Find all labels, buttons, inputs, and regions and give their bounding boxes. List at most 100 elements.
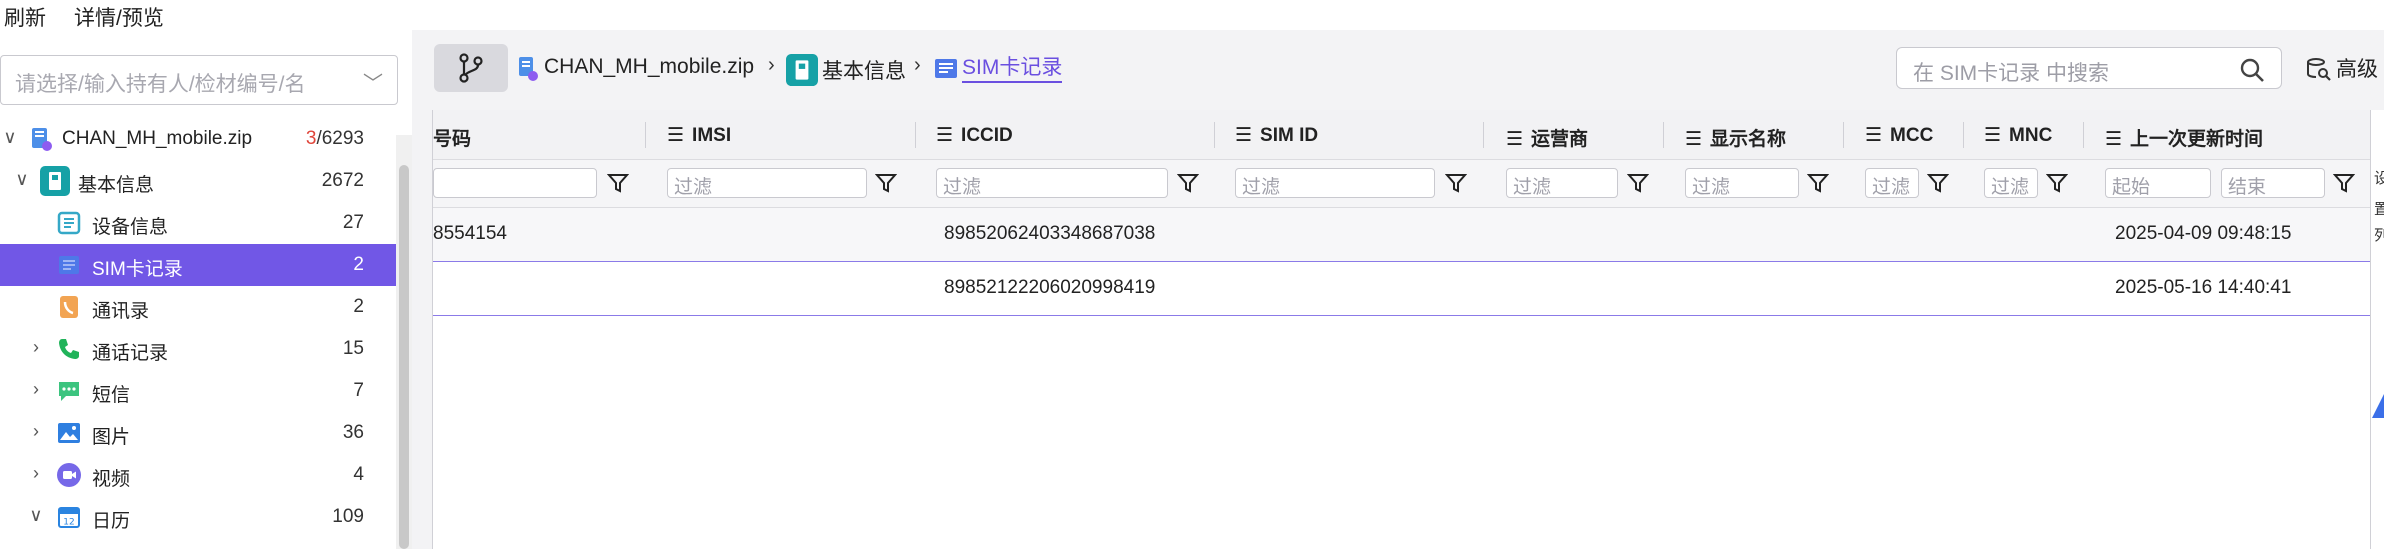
tree-item-count: 7 <box>353 380 364 401</box>
filter-icon[interactable] <box>1927 172 1949 194</box>
breadcrumb-category[interactable]: 基本信息 <box>822 55 906 85</box>
filter-input-number[interactable] <box>433 168 597 198</box>
tree-item-count: 2672 <box>321 170 364 191</box>
table-row[interactable]: 89852122206020998419 2025-05-16 14:40:41 <box>433 262 2371 316</box>
search-input[interactable]: 在 SIM卡记录 中搜索 <box>1896 47 2282 89</box>
filter-input-carrier[interactable]: 过滤 <box>1506 168 1618 198</box>
tree-item-contacts[interactable]: 通讯录 2 <box>0 286 396 328</box>
column-divider[interactable] <box>2083 122 2084 148</box>
tree-item-count: 27 <box>342 212 364 233</box>
column-settings-label: 设 <box>2374 170 2384 187</box>
tree-item-videos[interactable]: › 视频 4 <box>0 454 396 496</box>
cell-last-updated: 2025-04-09 09:48:15 <box>2115 223 2292 244</box>
filter-input-mcc[interactable]: 过滤 <box>1865 168 1919 198</box>
menu-details-preview[interactable]: 详情/预览 <box>74 2 164 32</box>
column-settings-label: 置 <box>2374 201 2384 218</box>
table-row[interactable]: 8554154 89852062403348687038 2025-04-09 … <box>433 208 2371 262</box>
cell-iccid: 89852122206020998419 <box>944 277 1156 298</box>
column-divider[interactable] <box>915 122 916 148</box>
column-divider[interactable] <box>1214 122 1215 148</box>
tree-item-count: 2 <box>353 254 364 275</box>
column-divider[interactable] <box>645 122 646 148</box>
chevron-right-icon: › <box>914 54 921 76</box>
filter-icon[interactable] <box>1807 172 1829 194</box>
filter-icon[interactable] <box>1177 172 1199 194</box>
column-divider[interactable] <box>1663 122 1664 148</box>
chevron-down-icon[interactable]: ∨ <box>0 127 20 148</box>
chevron-right-icon[interactable]: › <box>26 463 46 484</box>
info-card-icon <box>40 166 70 196</box>
cell-iccid: 89852062403348687038 <box>944 223 1156 244</box>
filter-icon[interactable] <box>1445 172 1467 194</box>
filter-input-imsi[interactable]: 过滤 <box>667 168 867 198</box>
filter-input-mnc[interactable]: 过滤 <box>1984 168 2038 198</box>
tree-item-sim-records[interactable]: SIM卡记录 2 <box>0 244 396 286</box>
column-header-number[interactable]: 号码 <box>433 124 471 151</box>
chevron-right-icon[interactable]: › <box>26 421 46 442</box>
holder-select-input[interactable]: 请选择/输入持有人/检材编号/名 ﹀ <box>0 55 398 105</box>
image-icon <box>58 423 80 443</box>
tree-root-item[interactable]: ∨ CHAN_MH_mobile.zip 3/6293 <box>0 118 396 160</box>
svg-text:12: 12 <box>63 518 74 528</box>
sidebar-scroll-thumb[interactable] <box>399 165 409 549</box>
tree-item-label: 视频 <box>92 469 131 490</box>
menu-refresh[interactable]: 刷新 <box>4 2 46 32</box>
chevron-right-icon[interactable]: › <box>26 379 46 400</box>
filter-icon[interactable] <box>2046 172 2068 194</box>
filter-input-start-date[interactable]: 起始 <box>2105 168 2211 198</box>
tree-item-count: 36 <box>342 422 364 443</box>
tree-item-label: 通话记录 <box>92 343 169 364</box>
breadcrumb-file[interactable]: CHAN_MH_mobile.zip <box>544 55 754 79</box>
search-icon[interactable] <box>2239 57 2265 83</box>
tree-item-label: 日历 <box>92 511 131 532</box>
sms-icon <box>59 382 79 401</box>
filter-input-sim-id[interactable]: 过滤 <box>1235 168 1435 198</box>
branch-icon <box>459 53 483 83</box>
tree-item-calendar[interactable]: ∨ 12 日历 109 <box>0 496 396 538</box>
tree-item-images[interactable]: › 图片 36 <box>0 412 396 454</box>
filter-icon[interactable] <box>2333 172 2355 194</box>
advanced-search-button[interactable]: 高级 <box>2336 53 2378 83</box>
column-divider[interactable] <box>1963 122 1964 148</box>
chevron-down-icon[interactable]: ∨ <box>12 169 32 190</box>
chevron-right-icon[interactable]: › <box>26 337 46 358</box>
filter-icon[interactable] <box>875 172 897 194</box>
tree-item-count: 15 <box>342 338 364 359</box>
tree-item-basic-info[interactable]: ∨ 基本信息 2672 <box>0 160 396 202</box>
column-header-iccid[interactable]: ☰ ICCID <box>936 124 1013 147</box>
menu-bar: 刷新 详情/预览 <box>0 0 2384 30</box>
advanced-search-icon[interactable] <box>2305 56 2331 82</box>
tree-item-sms[interactable]: › 短信 7 <box>0 370 396 412</box>
search-placeholder: 在 SIM卡记录 中搜索 <box>1913 62 2110 85</box>
filter-row: 过滤 过滤 过滤 过滤 过滤 过滤 过滤 起始 结束 <box>433 160 2371 208</box>
column-divider[interactable] <box>1843 122 1844 148</box>
assistant-icon[interactable] <box>2370 392 2384 422</box>
breadcrumb-current[interactable]: SIM卡记录 <box>962 55 1063 83</box>
column-header-mnc[interactable]: ☰ MNC <box>1984 124 2052 147</box>
chevron-down-icon[interactable]: ∨ <box>26 505 46 526</box>
tree-item-label: 设备信息 <box>92 217 169 238</box>
tree-item-call-logs[interactable]: › 通话记录 15 <box>0 328 396 370</box>
holder-select-placeholder: 请选择/输入持有人/检材编号/名 <box>15 73 306 96</box>
chevron-down-icon[interactable]: ﹀ <box>363 67 383 96</box>
filter-input-iccid[interactable]: 过滤 <box>936 168 1168 198</box>
tree-item-label: 图片 <box>92 427 131 448</box>
column-header-imsi[interactable]: ☰ IMSI <box>667 124 731 147</box>
contacts-icon <box>60 296 78 318</box>
chevron-right-icon: › <box>768 54 775 76</box>
column-header-carrier[interactable]: ☰ 运营商 <box>1506 124 1588 151</box>
filter-input-display-name[interactable]: 过滤 <box>1685 168 1799 198</box>
column-divider[interactable] <box>1483 122 1484 148</box>
column-header-mcc[interactable]: ☰ MCC <box>1865 124 1933 147</box>
breadcrumb: CHAN_MH_mobile.zip › 基本信息 › SIM卡记录 在 SIM… <box>412 30 2384 110</box>
filter-icon[interactable] <box>607 172 629 194</box>
branch-button[interactable] <box>434 44 508 92</box>
column-header-sim-id[interactable]: ☰ SIM ID <box>1235 124 1318 147</box>
sim-card-icon <box>59 256 79 274</box>
filter-input-end-date[interactable]: 结束 <box>2221 168 2325 198</box>
filter-icon[interactable] <box>1627 172 1649 194</box>
column-header-display-name[interactable]: ☰ 显示名称 <box>1685 124 1786 151</box>
tree-item-count: 4 <box>353 464 364 485</box>
tree-item-device-info[interactable]: 设备信息 27 <box>0 202 396 244</box>
column-header-last-updated[interactable]: ☰ 上一次更新时间 <box>2105 124 2263 151</box>
